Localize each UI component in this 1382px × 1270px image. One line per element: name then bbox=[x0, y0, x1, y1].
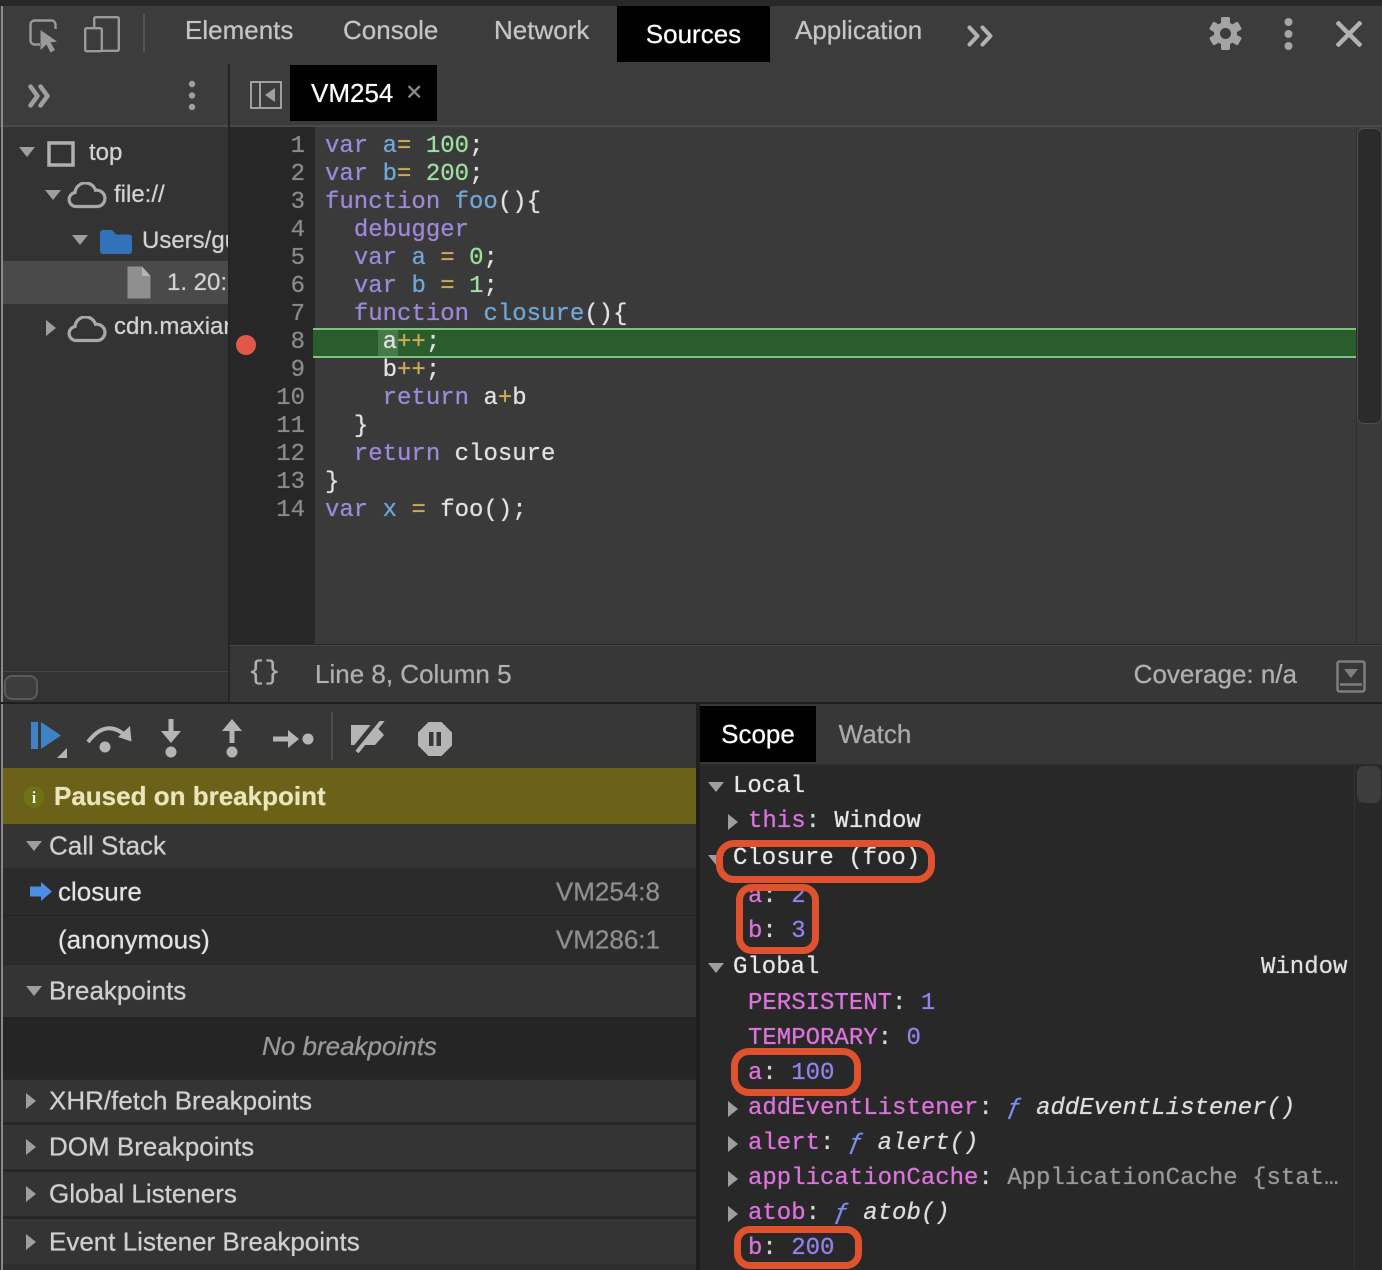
svg-text:i: i bbox=[32, 788, 37, 807]
